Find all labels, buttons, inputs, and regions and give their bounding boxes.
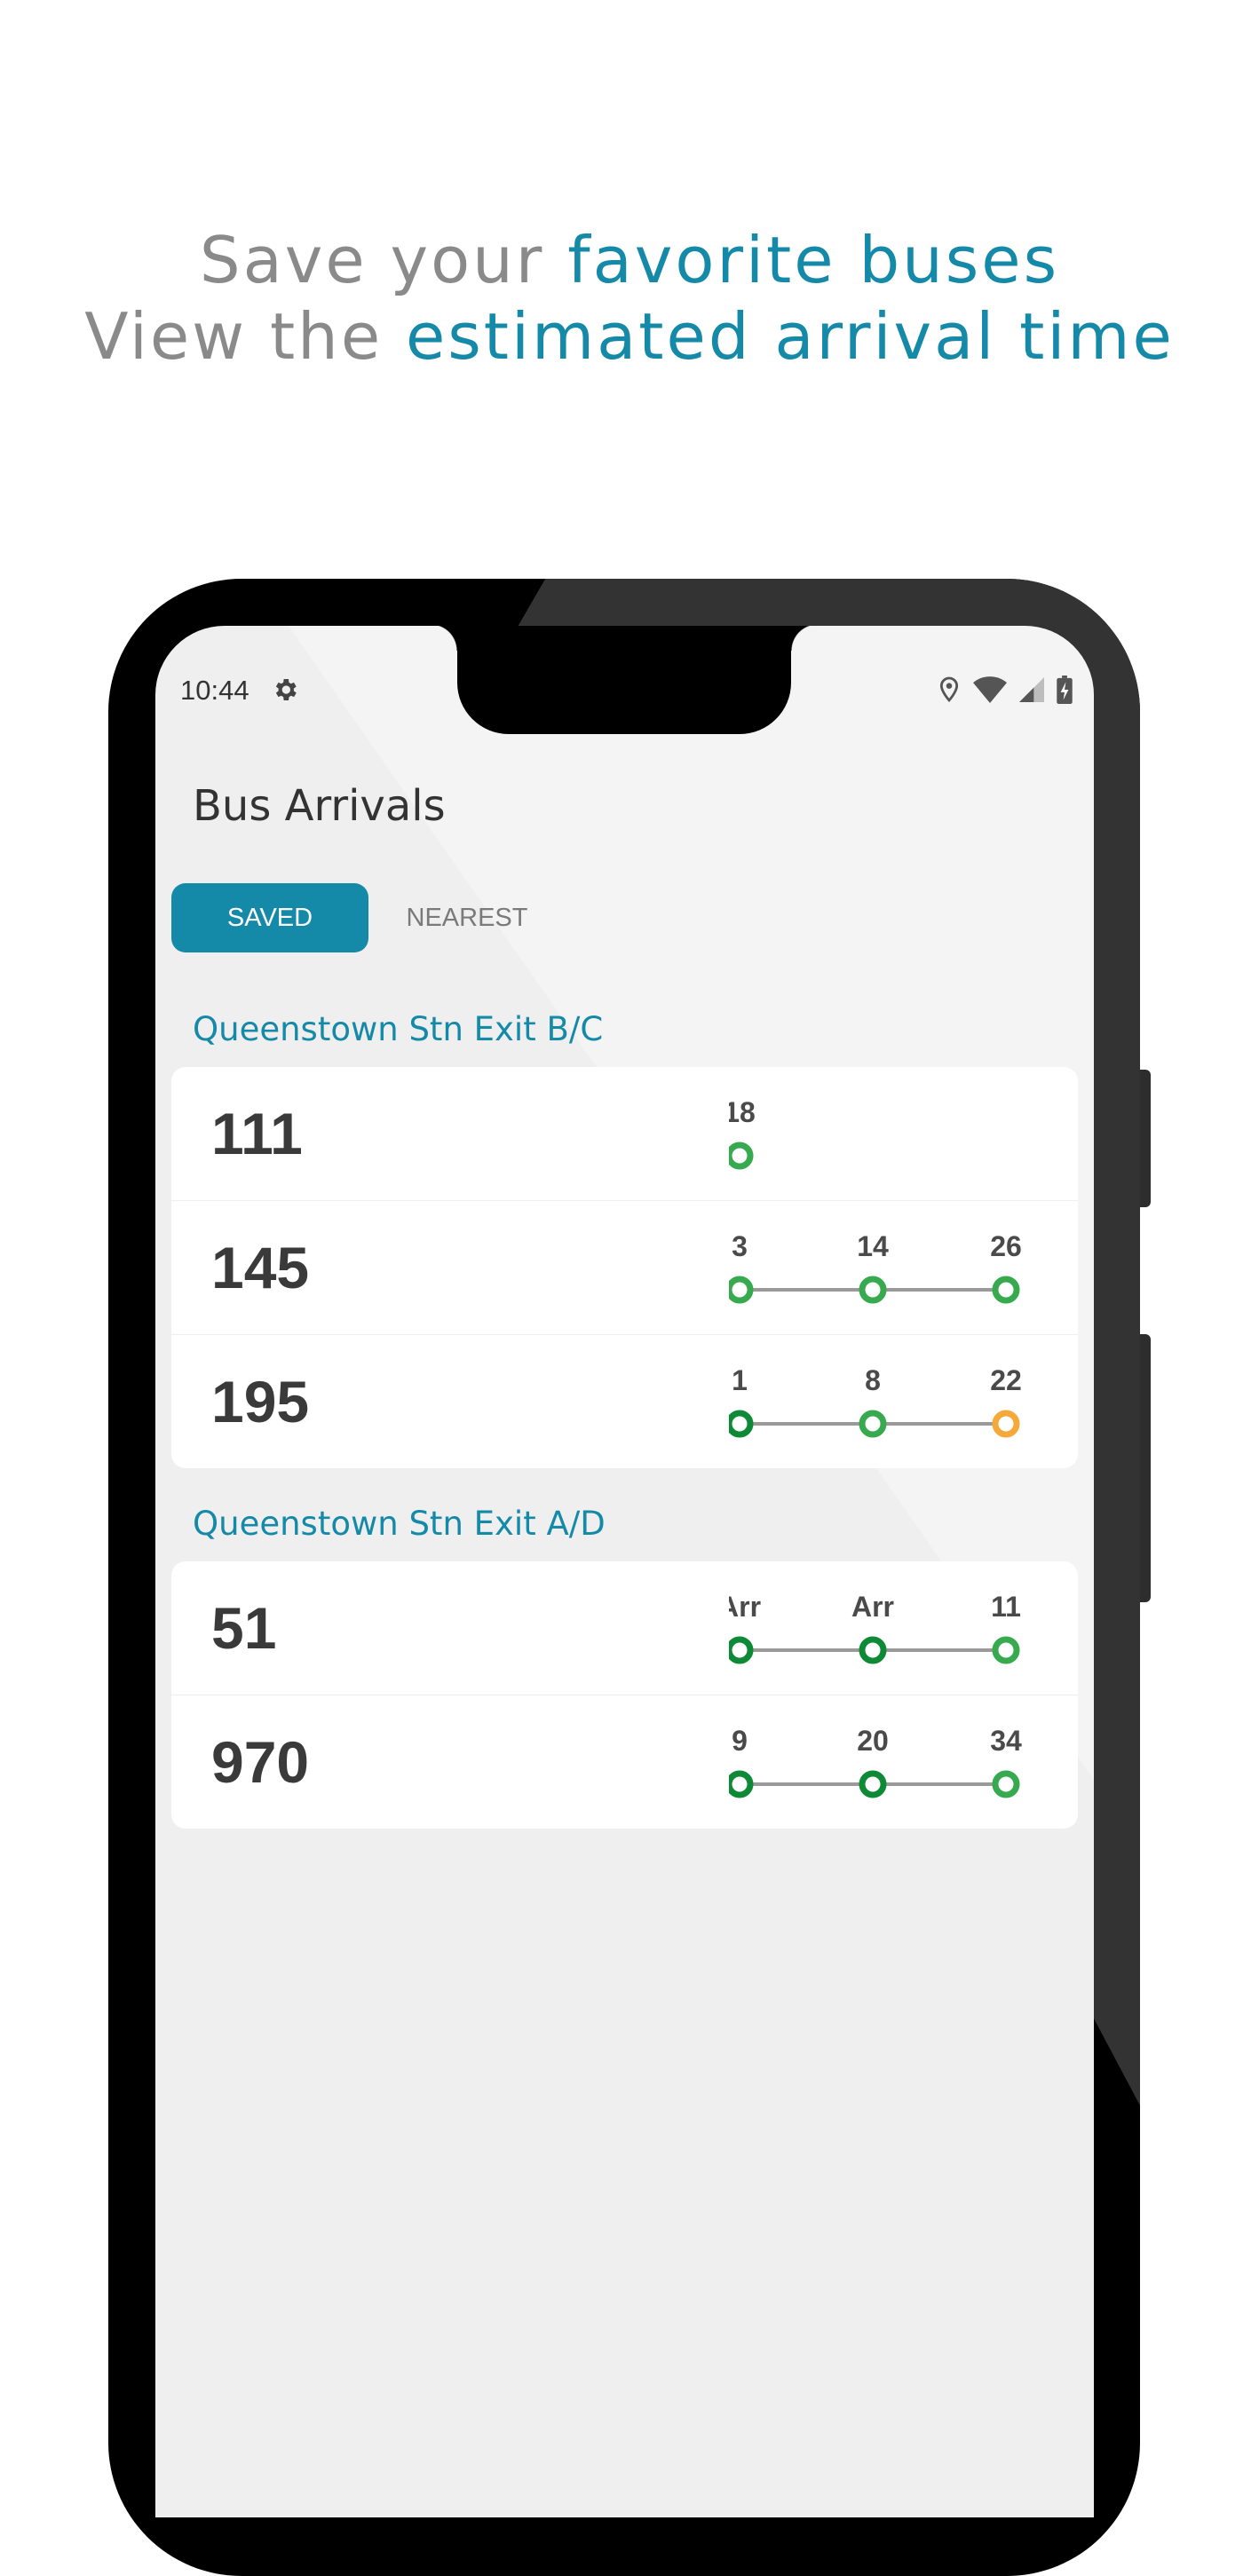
arrival-minutes: 8	[865, 1364, 881, 1396]
arrival-dot	[992, 1410, 1020, 1438]
bus-row-145[interactable]: 145 3 14 26	[171, 1201, 1078, 1335]
bus-number: 51	[211, 1595, 277, 1661]
headline-line-1-plain: Save your	[199, 223, 568, 297]
arrival-dot	[992, 1276, 1020, 1304]
arrival-timeline: 3 14 26	[729, 1230, 1022, 1304]
tab-saved[interactable]: SAVED	[171, 883, 368, 952]
arrival-timeline: 18	[729, 1096, 756, 1170]
arrival-minutes: 1	[732, 1364, 748, 1396]
status-time: 10:44	[180, 675, 249, 706]
arrival-dot	[729, 1770, 754, 1798]
stop-card-exit-bc: 111 18 145 3 14 26 195 1 8 22	[171, 1067, 1078, 1468]
arrival-timeline: 9 20 34	[729, 1725, 1022, 1798]
stop-card-exit-ad: 51 Arr Arr 11 970 9 20 34	[171, 1561, 1078, 1829]
arrival-minutes: 18	[729, 1096, 756, 1128]
status-icons	[938, 676, 1073, 704]
bus-number: 195	[211, 1369, 310, 1434]
location-icon	[939, 676, 959, 703]
bus-row-111[interactable]: 111 18	[171, 1067, 1078, 1201]
arrival-dot	[859, 1770, 887, 1798]
tab-nearest[interactable]: NEAREST	[368, 883, 566, 952]
headline-line-2-plain: View the	[84, 299, 406, 374]
wifi-icon	[973, 676, 1007, 703]
bus-row-51[interactable]: 51 Arr Arr 11	[171, 1561, 1078, 1695]
headline-line-2-accent: estimated arrival time	[406, 299, 1175, 374]
phone-notch	[431, 626, 818, 734]
arrival-minutes: 11	[991, 1591, 1021, 1623]
arrival-minutes: 26	[990, 1230, 1022, 1262]
phone-side-button-volume	[1140, 1334, 1151, 1602]
headline-line-2: View the estimated arrival time	[0, 298, 1259, 375]
stop-title-exit-bc: Queenstown Stn Exit B/C	[193, 1010, 604, 1048]
phone-screen: 10:44 Bus Arrivals SAVED NEAREST Queenst…	[155, 626, 1094, 2517]
arrival-minutes: 14	[857, 1230, 889, 1262]
bus-number: 111	[211, 1101, 303, 1166]
arrival-dot	[729, 1276, 754, 1304]
app-title: Bus Arrivals	[193, 781, 446, 831]
battery-icon	[1057, 676, 1073, 704]
arrival-dot	[729, 1410, 754, 1438]
arrival-minutes: 3	[732, 1230, 748, 1262]
signal-icon	[1019, 677, 1044, 702]
headline-line-1: Save your favorite buses	[0, 222, 1259, 298]
arrival-dot	[859, 1410, 887, 1438]
arrival-minutes: Arr	[851, 1591, 894, 1623]
arrival-minutes: 9	[732, 1725, 748, 1757]
arrival-dot	[859, 1276, 887, 1304]
gear-icon	[275, 679, 297, 700]
arrival-minutes: 20	[857, 1725, 889, 1757]
arrival-dot	[729, 1636, 754, 1664]
arrival-dot	[729, 1142, 754, 1170]
headline-line-1-accent: favorite buses	[567, 223, 1060, 297]
arrival-timeline: Arr Arr 11	[729, 1591, 1021, 1664]
bus-row-195[interactable]: 195 1 8 22	[171, 1335, 1078, 1468]
arrival-minutes: 34	[990, 1725, 1022, 1757]
arrival-minutes: 22	[990, 1364, 1022, 1396]
stop-title-exit-ad: Queenstown Stn Exit A/D	[193, 1505, 606, 1543]
arrival-timeline: 1 8 22	[729, 1364, 1022, 1438]
arrival-dot	[992, 1636, 1020, 1664]
bus-row-970[interactable]: 970 9 20 34	[171, 1695, 1078, 1829]
phone-side-button-power	[1140, 1070, 1151, 1207]
bus-number: 970	[211, 1729, 310, 1795]
arrival-minutes: Arr	[729, 1591, 761, 1623]
bus-number: 145	[211, 1235, 310, 1300]
arrival-dot	[992, 1770, 1020, 1798]
arrival-dot	[859, 1636, 887, 1664]
